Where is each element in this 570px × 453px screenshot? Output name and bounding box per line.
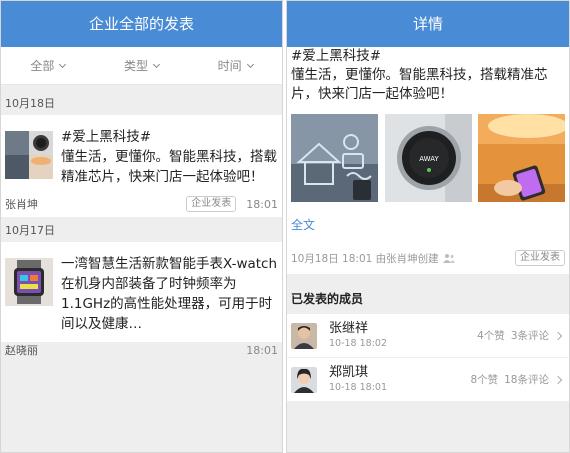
chevron-right-icon xyxy=(553,331,563,340)
chevron-down-icon xyxy=(246,60,254,68)
feed-screen: 企业全部的发表 全部 类型 时间 10月18日 #爱上黑科技# 懂生活，更懂你。… xyxy=(0,0,283,453)
avatar xyxy=(291,366,317,393)
member-comments: 18条评论 xyxy=(504,374,549,386)
member-likes: 4个赞 xyxy=(477,330,505,342)
detail-body: 懂生活，更懂你。智能黑科技，搭载精准芯片，快来门店一起体验吧！ xyxy=(291,67,548,102)
member-date: 10-18 18:01 xyxy=(329,381,388,393)
filter-bar: 全部 类型 时间 xyxy=(1,47,282,85)
page-title: 企业全部的发表 xyxy=(1,1,282,47)
photo-grid: AWAY xyxy=(291,114,565,202)
filter-all[interactable]: 全部 xyxy=(1,47,95,84)
post-thumbnail xyxy=(5,131,53,179)
post-text: 一湾智慧生活新款智能手表X-watch在机身内部装备了时钟频率为1.1GHz的高… xyxy=(61,256,278,332)
photo-smart-home[interactable] xyxy=(291,114,378,202)
members-header: 已发表的成员 xyxy=(287,274,569,314)
chevron-down-icon xyxy=(59,60,67,68)
detail-text: #爱上黑科技# 懂生活，更懂你。智能黑科技，搭载精准芯片，快来门店一起体验吧！ xyxy=(291,47,565,104)
date-header: 10月18日 xyxy=(1,93,282,115)
detail-hashtag: #爱上黑科技# xyxy=(291,48,382,64)
filter-label: 全部 xyxy=(30,59,55,73)
member-row[interactable]: 郑凯琪 10-18 18:01 8个赞 18条评论 xyxy=(287,358,569,402)
post-author: 赵晓丽 xyxy=(5,344,38,357)
member-likes: 8个赞 xyxy=(470,374,499,386)
post-tag: 企业发表 xyxy=(515,250,565,266)
post-tag: 企业发表 xyxy=(186,196,237,212)
member-name: 郑凯琪 xyxy=(329,364,369,380)
post-thumbnail xyxy=(5,258,53,306)
post-time: 18:01 xyxy=(246,343,278,357)
member-name: 张继祥 xyxy=(329,320,369,336)
post-author: 张肖坤 xyxy=(5,198,38,211)
feed-post[interactable]: 一湾智慧生活新款智能手表X-watch在机身内部装备了时钟频率为1.1GHz的高… xyxy=(1,242,282,357)
people-icon xyxy=(442,254,455,263)
date-header: 10月17日 xyxy=(1,220,282,242)
post-text: #爱上黑科技# 懂生活，更懂你。智能黑科技，搭载精准芯片，快来门店一起体验吧！ xyxy=(61,129,277,185)
avatar xyxy=(291,322,317,349)
feed-post[interactable]: #爱上黑科技# 懂生活，更懂你。智能黑科技，搭载精准芯片，快来门店一起体验吧！ … xyxy=(1,115,282,217)
filter-label: 类型 xyxy=(124,59,149,73)
post-detail: #爱上黑科技# 懂生活，更懂你。智能黑科技，搭载精准芯片，快来门店一起体验吧！ xyxy=(287,47,569,274)
svg-text:AWAY: AWAY xyxy=(419,155,439,163)
full-text-link[interactable]: 全文 xyxy=(291,216,565,232)
photo-thermostat[interactable]: AWAY xyxy=(384,114,472,202)
chevron-right-icon xyxy=(553,375,563,384)
member-comments: 3条评论 xyxy=(510,330,549,342)
post-meta: 10月18日 18:01 由张肖坤创建 企业发表 xyxy=(291,244,565,274)
detail-screen: 详情 #爱上黑科技# 懂生活，更懂你。智能黑科技，搭载精准芯片，快来门店一起体验… xyxy=(286,0,570,453)
page-title: 详情 xyxy=(287,1,569,47)
chevron-down-icon xyxy=(152,60,161,68)
filter-label: 时间 xyxy=(217,59,242,73)
meta-text: 10月18日 18:01 由张肖坤创建 xyxy=(291,252,439,265)
member-date: 10-18 18:02 xyxy=(329,337,388,349)
filter-type[interactable]: 类型 xyxy=(95,47,189,84)
member-row[interactable]: 张继祥 10-18 18:02 4个赞 3条评论 xyxy=(287,314,569,358)
post-time: 18:01 xyxy=(246,197,278,211)
filter-time[interactable]: 时间 xyxy=(188,47,282,84)
photo-lamp[interactable] xyxy=(478,114,565,202)
